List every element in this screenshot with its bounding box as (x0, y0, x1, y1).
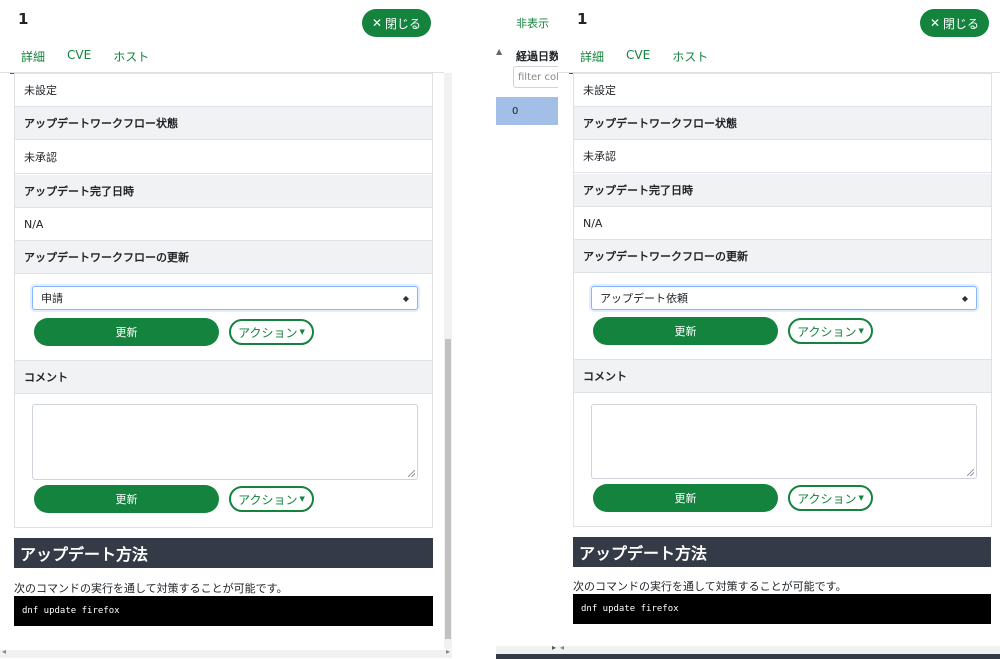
update-command: dnf update firefox (573, 594, 991, 624)
workflow-update-label: アップデートワークフローの更新 (574, 240, 991, 273)
workflow-select[interactable]: アップデート依頼 ◆ (591, 286, 977, 310)
update-button[interactable]: 更新 (593, 317, 778, 345)
horizontal-scrollbar[interactable]: ◂ ▸ (0, 647, 452, 658)
update-method-description: 次のコマンドの実行を通して対策することが可能です。 (573, 580, 847, 593)
comment-action-dropdown-button[interactable]: アクション ▼ (788, 485, 873, 511)
caret-down-icon: ▼ (858, 494, 864, 502)
update-method-heading: アップデート方法 (573, 537, 991, 567)
tab-cve[interactable]: CVE (56, 42, 102, 72)
action-label: アクション (797, 324, 857, 339)
action-dropdown-button[interactable]: アクション ▼ (229, 319, 314, 345)
close-button[interactable]: ✕ 閉じる (362, 9, 431, 37)
comment-textarea[interactable] (591, 404, 977, 479)
select-arrows-icon: ◆ (402, 293, 409, 303)
horizontal-scrollbar[interactable]: ◂ (558, 643, 1000, 654)
scroll-right-icon[interactable]: ▸ (552, 643, 556, 652)
workflow-status-value: 未承認 (574, 140, 991, 173)
elapsed-days-value: 0 (512, 105, 519, 117)
workflow-status-label: アップデートワークフロー状態 (15, 107, 432, 140)
comment-label: コメント (15, 360, 432, 394)
scroll-left-icon[interactable]: ◂ (2, 647, 6, 656)
sort-icon[interactable]: ▲ (496, 47, 502, 56)
panel-title: 1 (577, 10, 588, 28)
elapsed-days-header[interactable]: 経過日数 (516, 48, 558, 64)
workflow-select-value: アップデート依頼 (600, 292, 688, 305)
comment-update-button[interactable]: 更新 (34, 485, 219, 513)
close-button[interactable]: ✕ 閉じる (920, 9, 989, 37)
action-dropdown-button[interactable]: アクション ▼ (788, 318, 873, 344)
left-detail-panel: 1 ✕ 閉じる 詳細 CVE ホスト 未設定 アップデートワークフロー状態 未承… (0, 0, 452, 659)
table-hscroll[interactable]: ▸ (496, 643, 558, 654)
close-label: 閉じる (943, 16, 980, 31)
action-label: アクション (238, 325, 298, 340)
selected-row-cell[interactable]: 0 (496, 97, 558, 125)
workflow-select[interactable]: 申請 ◆ (32, 286, 418, 310)
detail-card: 未設定 アップデートワークフロー状態 未承認 アップデート完了日時 N/A アッ… (14, 73, 433, 528)
workflow-update-label: アップデートワークフローの更新 (15, 241, 432, 274)
caret-down-icon: ▼ (299, 328, 305, 336)
vertical-scrollbar[interactable] (444, 73, 452, 649)
select-arrows-icon: ◆ (961, 293, 968, 303)
tab-details[interactable]: 詳細 (569, 42, 616, 74)
update-button[interactable]: 更新 (34, 318, 219, 346)
scroll-right-icon[interactable]: ▸ (446, 647, 450, 656)
update-completed-label: アップデート完了日時 (15, 175, 432, 208)
elapsed-days-filter[interactable]: filter colu (513, 66, 558, 88)
update-completed-value: N/A (15, 208, 432, 241)
workflow-select-value: 申請 (41, 292, 63, 305)
close-icon: ✕ (929, 16, 941, 30)
update-method-heading: アップデート方法 (14, 538, 433, 568)
resize-grip-icon[interactable] (967, 469, 974, 476)
caret-down-icon: ▼ (858, 327, 864, 335)
panel-title: 1 (18, 10, 29, 28)
update-setting-value: 未設定 (574, 74, 991, 107)
tab-bar: 詳細 CVE ホスト (10, 42, 160, 74)
tab-host[interactable]: ホスト (661, 42, 719, 72)
table-bottom-bar (496, 654, 558, 659)
tab-cve[interactable]: CVE (615, 42, 661, 72)
hide-toggle-link[interactable]: 非表示 (516, 15, 549, 31)
workflow-status-value: 未承認 (15, 141, 432, 174)
tab-details[interactable]: 詳細 (10, 42, 57, 74)
workflow-status-label: アップデートワークフロー状態 (574, 107, 991, 140)
caret-down-icon: ▼ (299, 495, 305, 503)
close-icon: ✕ (371, 16, 383, 30)
tab-host[interactable]: ホスト (102, 42, 160, 72)
action-label: アクション (238, 492, 298, 507)
bottom-bar (558, 654, 1000, 659)
vertical-scrollbar-thumb[interactable] (445, 339, 451, 639)
update-setting-value: 未設定 (15, 74, 432, 107)
comment-label: コメント (574, 359, 991, 393)
action-label: アクション (797, 491, 857, 506)
tab-bar: 詳細 CVE ホスト (569, 42, 719, 74)
right-detail-panel: 1 ✕ 閉じる 詳細 CVE ホスト 未設定 アップデートワークフロー状態 未承… (558, 0, 1000, 659)
scroll-left-icon[interactable]: ◂ (560, 643, 564, 652)
comment-textarea[interactable] (32, 404, 418, 480)
filter-placeholder: filter colu (518, 71, 558, 83)
detail-card: 未設定 アップデートワークフロー状態 未承認 アップデート完了日時 N/A アッ… (573, 73, 992, 527)
background-table-strip: 非表示 ▲ 経過日数 filter colu 0 ▸ (496, 0, 558, 659)
update-method-description: 次のコマンドの実行を通して対策することが可能です。 (14, 582, 288, 595)
comment-action-dropdown-button[interactable]: アクション ▼ (229, 486, 314, 512)
close-label: 閉じる (385, 16, 422, 31)
update-completed-label: アップデート完了日時 (574, 174, 991, 207)
comment-update-button[interactable]: 更新 (593, 484, 778, 512)
resize-grip-icon[interactable] (408, 470, 415, 477)
update-command: dnf update firefox (14, 596, 433, 626)
update-completed-value: N/A (574, 207, 991, 240)
